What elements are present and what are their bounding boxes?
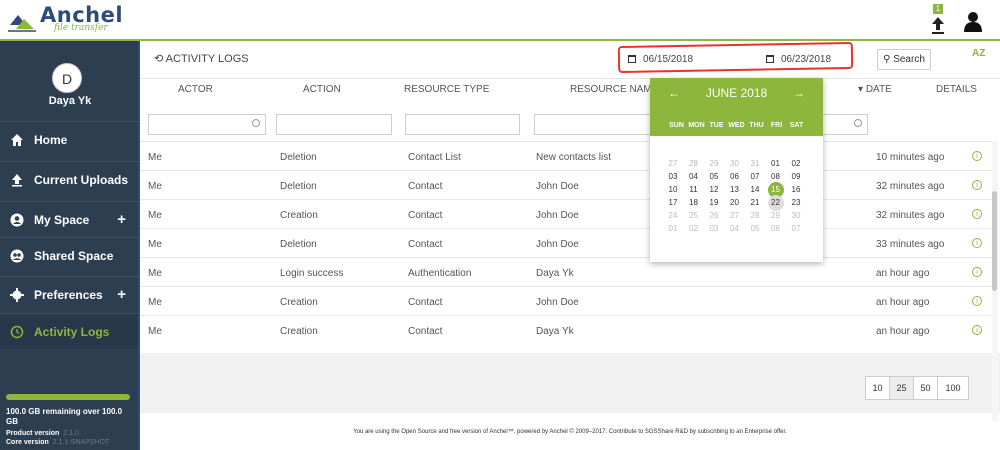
search-icon bbox=[252, 119, 260, 127]
expand-plus-icon[interactable]: + bbox=[117, 286, 126, 303]
history-icon bbox=[10, 325, 24, 338]
action-filter-input[interactable] bbox=[276, 114, 392, 135]
date-picker-popup: ← JUNE 2018 → SUN MON TUE WED THU FRI SA… bbox=[650, 78, 823, 262]
sidebar-item-label: Shared Space bbox=[34, 248, 114, 263]
storage-text: 100.0 GB remaining over 100.0 GB bbox=[6, 407, 123, 426]
avatar[interactable]: D bbox=[52, 63, 82, 93]
sidebar-item-label: My Space bbox=[34, 212, 90, 227]
sort-az-icon[interactable]: AZ bbox=[972, 48, 985, 59]
info-icon[interactable]: i bbox=[972, 267, 982, 277]
info-icon[interactable]: i bbox=[972, 180, 982, 190]
footer-text: You are using the Open Source and free v… bbox=[353, 429, 787, 435]
user-menu-icon[interactable] bbox=[962, 10, 984, 32]
history-icon: ⟲ bbox=[154, 53, 164, 65]
calendar-day: 05 bbox=[750, 224, 760, 233]
sidebar-item-my-space[interactable]: My Space + bbox=[0, 201, 138, 237]
search-button[interactable]: ⚲ Search bbox=[877, 49, 931, 70]
calendar-day: 02 bbox=[689, 224, 698, 233]
search-icon bbox=[854, 119, 862, 127]
calendar-day: 07 bbox=[791, 224, 801, 233]
table-row[interactable]: Me Deletion Contact John Doe 32 minutes … bbox=[140, 170, 996, 199]
page-size-option[interactable]: 10 bbox=[866, 377, 890, 399]
annotation-circle bbox=[617, 41, 854, 74]
sidebar-item-label: Preferences bbox=[34, 287, 103, 302]
table-row[interactable]: Me Creation Contact Daya Yk an hour ago … bbox=[140, 315, 996, 344]
page-size-option[interactable]: 100 bbox=[938, 377, 968, 399]
column-header-resource-type[interactable]: RESOURCE TYPE bbox=[404, 84, 489, 95]
upload-icon bbox=[932, 17, 944, 34]
table-row[interactable]: Me Creation Contact John Doe 32 minutes … bbox=[140, 199, 996, 228]
table-row[interactable]: Me Deletion Contact List New contacts li… bbox=[140, 141, 996, 170]
user-circle-icon bbox=[10, 213, 24, 226]
column-header-resource-name[interactable]: RESOURCE NAME bbox=[570, 84, 658, 95]
weekday-header: SUN MON TUE WED THU FRI SAT bbox=[669, 122, 804, 129]
column-header-actor[interactable]: ACTOR bbox=[178, 84, 213, 95]
users-circle-icon bbox=[10, 249, 24, 262]
main-content: ⟲ ACTIVITY LOGS 06/15/2018 06/23/2018 ⚲ … bbox=[140, 41, 1000, 450]
actor-filter-input[interactable] bbox=[148, 114, 266, 135]
sidebar-item-current-uploads[interactable]: Current Uploads bbox=[0, 161, 138, 197]
app-logo[interactable]: Anchel file transfer bbox=[8, 5, 123, 33]
expand-plus-icon[interactable]: + bbox=[117, 211, 126, 228]
upload-icon bbox=[12, 173, 22, 186]
logo-icon bbox=[8, 15, 36, 32]
sidebar-item-preferences[interactable]: Preferences + bbox=[0, 276, 138, 312]
scrollbar-thumb[interactable] bbox=[992, 191, 997, 291]
page-header: ⟲ ACTIVITY LOGS 06/15/2018 06/23/2018 ⚲ … bbox=[140, 41, 1000, 79]
page-title: ⟲ ACTIVITY LOGS bbox=[154, 53, 249, 65]
column-header-action[interactable]: ACTION bbox=[303, 84, 341, 95]
home-icon bbox=[11, 133, 23, 146]
product-version: Product version 2.1.0 bbox=[6, 430, 79, 437]
table-row[interactable]: Me Creation Contact John Doe an hour ago… bbox=[140, 286, 996, 315]
calendar-day: 01 bbox=[668, 224, 678, 233]
info-icon[interactable]: i bbox=[972, 325, 982, 335]
resource-type-filter-input[interactable] bbox=[405, 114, 520, 135]
column-header-date[interactable]: ▾ DATE bbox=[858, 84, 892, 95]
sidebar-item-shared-space[interactable]: Shared Space bbox=[0, 237, 138, 273]
calendar-day: 04 bbox=[730, 224, 739, 233]
sidebar-item-label: Activity Logs bbox=[34, 324, 110, 339]
top-bar: Anchel file transfer 1 bbox=[0, 0, 1000, 41]
storage-progress-bar bbox=[6, 394, 130, 400]
profile-name[interactable]: Daya Yk bbox=[0, 95, 140, 107]
core-version: Core version 2.1.1-SNAPSHOT bbox=[6, 439, 110, 446]
page-size-selector: 10 25 50 100 bbox=[865, 376, 969, 400]
sidebar-item-activity-logs[interactable]: Activity Logs bbox=[0, 313, 138, 349]
table-row[interactable]: Me Login success Authentication Daya Yk … bbox=[140, 257, 996, 286]
search-icon: ⚲ bbox=[883, 54, 891, 65]
calendar-day: 06 bbox=[771, 224, 780, 233]
upload-queue-button[interactable]: 1 bbox=[928, 4, 948, 36]
info-icon[interactable]: i bbox=[972, 296, 982, 306]
info-icon[interactable]: i bbox=[972, 238, 982, 248]
page-size-option[interactable]: 50 bbox=[914, 377, 938, 399]
info-icon[interactable]: i bbox=[972, 209, 982, 219]
sidebar-item-label: Home bbox=[34, 132, 68, 147]
page-size-option-selected[interactable]: 25 bbox=[890, 377, 914, 399]
gear-icon bbox=[10, 287, 24, 302]
next-month-button[interactable]: → bbox=[793, 86, 805, 100]
sidebar: D Daya Yk Home Current Uploads My Space … bbox=[0, 41, 140, 450]
date-picker-header: ← JUNE 2018 → SUN MON TUE WED THU FRI SA… bbox=[650, 78, 823, 136]
column-header-details: DETAILS bbox=[936, 84, 977, 95]
table-row[interactable]: Me Deletion Contact John Doe 33 minutes … bbox=[140, 228, 996, 257]
sidebar-item-home[interactable]: Home bbox=[0, 121, 138, 157]
sidebar-item-label: Current Uploads bbox=[34, 172, 129, 187]
calendar-day: 03 bbox=[709, 224, 719, 233]
info-icon[interactable]: i bbox=[972, 151, 982, 161]
